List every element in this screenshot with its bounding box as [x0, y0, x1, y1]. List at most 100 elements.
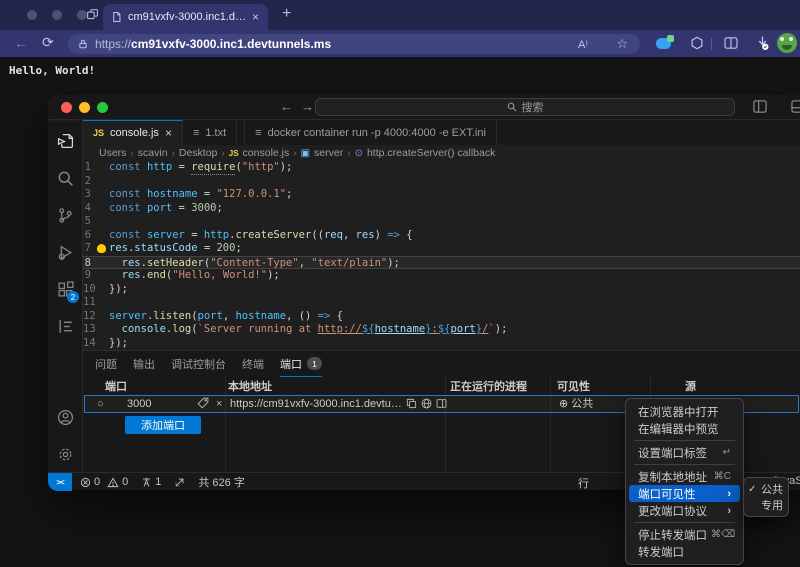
vscode-close-button[interactable] — [61, 102, 72, 113]
stop-forwarding-icon[interactable]: × — [216, 396, 222, 412]
menu-item-6[interactable]: 端口可见性 › — [629, 485, 740, 502]
code-token: hostname — [146, 188, 198, 200]
code-token: ); — [267, 269, 280, 281]
menu-item-9[interactable]: 停止转发端口 ⌘⌫ — [629, 526, 740, 543]
profile-avatar[interactable] — [777, 33, 797, 53]
code-token: port — [197, 309, 223, 322]
browser-essentials-icon[interactable] — [690, 36, 704, 50]
code-line-3: 3 const hostname = "127.0.0.1"; — [83, 188, 800, 202]
code-token: ${ — [361, 323, 375, 335]
launch-status[interactable] — [174, 477, 185, 488]
customize-layout-icon[interactable] — [791, 100, 800, 113]
explorer-icon[interactable] — [53, 129, 77, 153]
remote-indicator[interactable]: >< — [48, 473, 72, 491]
preview-in-editor-icon[interactable] — [436, 398, 447, 414]
favorite-star-icon[interactable]: ☆ — [616, 36, 628, 52]
code-line-1: 1 const http = require("http"); — [83, 161, 800, 175]
code-line-12: 12 server. listen(port, hostname, () => { — [83, 310, 800, 324]
browser-tab[interactable]: cm91vxfv-3000.inc1.devtunnels.ms × — [103, 4, 268, 30]
forwarded-address[interactable]: https://cm91vxfv-3000.inc1.devtunnels.ms — [230, 396, 402, 412]
tab-label: console.js — [110, 127, 159, 139]
menu-item-3[interactable]: 设置端口标签 ↵ — [629, 444, 740, 461]
toolbar-separator — [711, 38, 712, 50]
menu-item-0[interactable]: 在浏览器中打开 — [629, 403, 740, 420]
copy-address-icon[interactable] — [406, 398, 417, 414]
search-sidebar-icon[interactable] — [53, 166, 77, 190]
code-token: console — [121, 323, 166, 335]
breadcrumb-item-users[interactable]: Users — [99, 147, 126, 159]
copilot-icon[interactable] — [656, 35, 674, 49]
breadcrumb[interactable]: Users › scavin › Desktop › JS console.js › ▣ serve… — [83, 145, 800, 161]
split-screen-icon[interactable] — [724, 37, 738, 49]
lightbulb-icon[interactable] — [97, 244, 106, 253]
source-control-icon[interactable] — [53, 203, 77, 227]
panel-tab-端口[interactable]: 端口 1 — [280, 351, 322, 377]
breadcrumb-item-desktop[interactable]: Desktop — [179, 147, 218, 159]
text-file-icon: ≡ — [255, 126, 262, 139]
code-token: = — [184, 228, 204, 241]
set-port-label-icon[interactable] — [197, 397, 209, 413]
code-token: log — [172, 323, 192, 335]
vscode-zoom-button[interactable] — [97, 102, 108, 113]
menu-item-7[interactable]: 更改端口协议 › — [629, 502, 740, 519]
downloads-icon[interactable] — [755, 35, 770, 51]
code-line-9: 9 res. end("Hello, World!"); — [83, 269, 800, 283]
read-aloud-icon[interactable]: A⁾ — [578, 38, 588, 51]
submenu-item-0[interactable]: ✓ 公共 — [744, 481, 788, 497]
tab-console-js[interactable]: JS console.js × — [83, 120, 183, 145]
new-tab-button[interactable]: + — [282, 5, 291, 23]
window-close-button[interactable] — [27, 10, 37, 20]
cursor-position-status[interactable]: 行 — [578, 475, 589, 491]
panel-tab-调试控制台[interactable]: 调试控制台 — [171, 351, 226, 377]
breadcrumb-item-console-js[interactable]: console.js — [243, 147, 290, 159]
code-editor[interactable]: 1 const http = require("http"); 2 3 const ho… — [83, 161, 800, 350]
open-in-browser-icon[interactable] — [421, 398, 432, 414]
menu-item-10[interactable]: 转发端口 — [629, 543, 740, 560]
submenu-item-1[interactable]: 专用 — [744, 497, 788, 513]
outline-view-icon[interactable] — [53, 314, 77, 338]
refresh-icon[interactable]: ⟳ — [42, 35, 54, 49]
breadcrumb-item-scavin[interactable]: scavin — [138, 147, 168, 159]
command-center-search[interactable]: 搜索 — [315, 98, 735, 116]
breadcrumb-item-server[interactable]: server — [314, 147, 343, 159]
forwarded-ports-status[interactable]: 1 — [141, 476, 161, 488]
table-header-3: 可见性 — [557, 381, 590, 393]
browser-tab-strip: cm91vxfv-3000.inc1.devtunnels.ms × + — [0, 0, 800, 30]
window-minimize-button[interactable] — [52, 10, 62, 20]
tab-1-txt[interactable]: ≡ 1.txt — [183, 120, 238, 145]
url-bar[interactable]: https://cm91vxfv-3000.inc1.devtunnels.ms… — [68, 34, 640, 54]
breadcrumb-item-http-createserver-callback[interactable]: http.createServer() callback — [367, 147, 495, 159]
panel-tab-终端[interactable]: 终端 — [242, 351, 264, 377]
run-debug-icon[interactable] — [53, 240, 77, 264]
line-number: 12 — [83, 309, 96, 322]
check-icon: ✓ — [748, 483, 757, 495]
menu-item-1[interactable]: 在编辑器中预览 — [629, 420, 740, 437]
word-count-status[interactable]: 共 626 字 — [198, 474, 244, 490]
accounts-icon[interactable] — [53, 405, 77, 429]
panel-tab-问题[interactable]: 问题 — [95, 351, 117, 377]
panel-tab-输出[interactable]: 输出 — [133, 351, 155, 377]
tab-docker-command[interactable]: ≡ docker container run -p 4000:4000 -e E… — [245, 120, 497, 145]
code-token: http — [146, 161, 173, 173]
add-port-button[interactable]: 添加端口 — [125, 416, 201, 434]
extensions-icon[interactable]: 2 — [53, 277, 79, 303]
tab-close-icon[interactable]: × — [252, 10, 259, 24]
settings-gear-icon[interactable] — [53, 442, 77, 466]
menu-item-5[interactable]: 复制本地地址 ⌘C — [629, 468, 740, 485]
problems-status[interactable]: 0 0 — [80, 476, 128, 488]
code-token: res — [121, 269, 141, 281]
vscode-minimize-button[interactable] — [79, 102, 90, 113]
table-header-2: 正在运行的进程 — [450, 381, 527, 393]
column-divider — [445, 375, 446, 472]
back-icon[interactable]: ← — [14, 36, 28, 50]
toggle-panel-icon[interactable] — [753, 100, 767, 113]
code-line-14: 14}); — [83, 337, 800, 351]
tab-close-icon[interactable]: × — [165, 126, 172, 140]
vscode-titlebar[interactable]: ←→ 搜索 — [48, 95, 800, 120]
workspaces-icon[interactable] — [86, 8, 99, 21]
line-number: 4 — [84, 201, 91, 214]
code-token: = — [197, 242, 217, 254]
nav-back-icon[interactable]: ← — [280, 99, 301, 114]
